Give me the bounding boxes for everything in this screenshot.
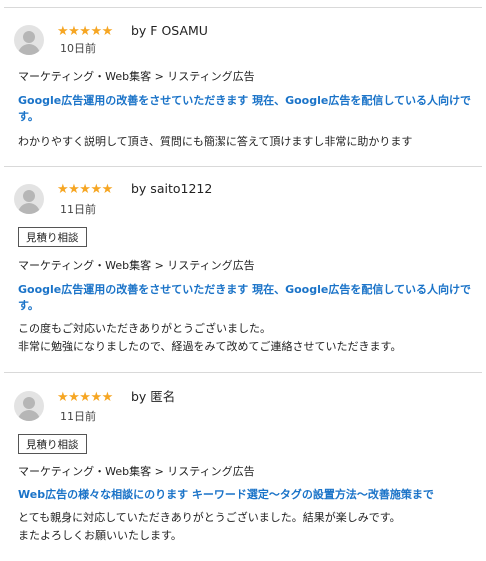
service-category[interactable]: マーケティング・Web集客 > リスティング広告 [18, 259, 255, 273]
service-category[interactable]: マーケティング・Web集客 > リスティング広告 [18, 70, 255, 84]
review-date: 10日前 [60, 42, 96, 55]
review-date: 11日前 [60, 203, 96, 216]
reviewer-name[interactable]: by F OSAMU [131, 24, 208, 38]
service-title-link[interactable]: Google広告運用の改善をさせていただきます 現在、Google広告を配信して… [18, 93, 476, 125]
top-divider [4, 7, 482, 8]
review-comment: この度もご対応いただきありがとうございました。 非常に勉強になりましたので、経過… [18, 322, 402, 353]
avatar[interactable] [14, 391, 44, 421]
review-divider [4, 372, 482, 373]
avatar[interactable] [14, 184, 44, 214]
reviews-list: ★★★★★ by F OSAMU 10日前 マーケティング・Web集客 > リス… [0, 0, 486, 561]
rating-stars: ★★★★★ [57, 182, 113, 197]
estimate-consultation-badge: 見積り相談 [18, 434, 87, 454]
avatar[interactable] [14, 25, 44, 55]
service-title-link[interactable]: Google広告運用の改善をさせていただきます 現在、Google広告を配信して… [18, 282, 476, 314]
review-date: 11日前 [60, 410, 96, 423]
review-comment: とても親身に対応していただきありがとうございました。結果が楽しみです。 またよろ… [18, 511, 401, 542]
service-title-link[interactable]: Web広告の様々な相談にのります キーワード選定〜タグの設置方法〜改善施策まで [18, 487, 476, 503]
estimate-consultation-badge: 見積り相談 [18, 227, 87, 247]
reviewer-name[interactable]: by saito1212 [131, 182, 212, 196]
service-category[interactable]: マーケティング・Web集客 > リスティング広告 [18, 465, 255, 479]
reviewer-name[interactable]: by 匿名 [131, 390, 175, 404]
rating-stars: ★★★★★ [57, 24, 113, 39]
review-comment: わかりやすく説明して頂き、質問にも簡潔に答えて頂けますし非常に助かります [18, 135, 413, 148]
rating-stars: ★★★★★ [57, 390, 113, 405]
review-divider [4, 166, 482, 167]
